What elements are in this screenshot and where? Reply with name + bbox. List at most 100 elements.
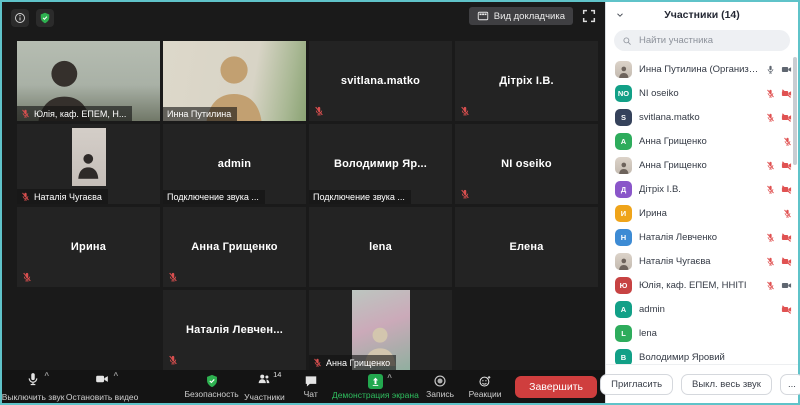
search-input[interactable] [637,34,782,47]
participant-search[interactable] [614,30,790,51]
participant-avatar: A [615,300,632,318]
invite-button[interactable]: Пригласить [600,373,674,395]
participant-row[interactable]: B Володимир Яровий [615,345,792,364]
participant-avatar [615,252,632,270]
participant-row[interactable]: NO NI oseiko [615,81,792,105]
participants-panel: Участники (14) Инна Путилина (Организато… [600,2,800,403]
share-screen-icon [367,373,383,389]
muted-mic-icon[interactable] [766,160,775,171]
camera-off-icon[interactable] [781,160,792,171]
participant-avatar: И [615,204,632,222]
camera-off-icon[interactable] [781,304,792,315]
security-shield-icon[interactable] [36,9,54,27]
video-tile-nioseiko[interactable]: NI oseiko [455,124,598,204]
stop-video-button[interactable]: ^ Остановить видео [66,371,138,402]
participant-name: svitlana.matko [639,111,700,123]
video-tile-admin[interactable]: admin Подключение звука ... [163,124,306,204]
security-button[interactable]: Безопасность [184,374,239,399]
video-tile-yulia[interactable]: Юлія, каф. ЕПЕМ, Н... [17,41,160,121]
camera-off-icon[interactable] [781,232,792,243]
participant-row[interactable]: Анна Грищенко [615,153,792,177]
participant-row[interactable]: Инна Путилина (Организатор, я) [615,57,792,81]
muted-mic-icon[interactable] [766,112,775,123]
chat-icon [304,374,318,388]
mute-button[interactable]: ^ Выключить звук [2,371,65,402]
participant-row[interactable]: L lena [615,321,792,345]
participant-row[interactable]: A admin [615,297,792,321]
speaker-view-button[interactable]: Вид докладчика [468,7,573,25]
video-tile-anna-selfie[interactable]: Анна Грищенко [309,290,452,370]
camera-off-icon[interactable] [781,112,792,123]
muted-mic-icon [21,191,30,202]
camera-off-icon[interactable] [781,184,792,195]
scrollbar-thumb[interactable] [793,57,797,165]
camera-off-icon[interactable] [781,88,792,99]
chat-button[interactable]: Чат [296,374,326,399]
video-tile-chugaeva[interactable]: Наталія Чугаєва [17,124,160,204]
participant-avatar: A [615,132,632,150]
video-tile-volodymyr[interactable]: Володимир Яр... Подключение звука ... [309,124,452,204]
video-tile-irina[interactable]: Ирина [17,207,160,287]
share-options-chevron[interactable]: ^ [387,373,392,382]
video-tile-svitlana[interactable]: svitlana.matko [309,41,452,121]
muted-mic-icon[interactable] [783,136,792,147]
muted-mic-icon[interactable] [766,88,775,99]
video-tile-elena[interactable]: Елена [455,207,598,287]
camera-on-icon[interactable] [781,64,792,75]
meeting-toolbar: ^ Выключить звук ^ Остановить видео Безо… [2,370,605,403]
mute-all-button[interactable]: Выкл. весь звук [681,373,772,395]
tile-center-name: Елена [509,241,544,253]
video-tile-lena[interactable]: lena [309,207,452,287]
participant-list[interactable]: Инна Путилина (Организатор, я) NO NI ose… [606,55,798,364]
video-options-chevron[interactable]: ^ [113,371,118,380]
muted-mic-icon [314,105,324,117]
profile-photo [71,128,106,186]
record-button[interactable]: Запись [425,374,455,399]
video-tile-anna-g[interactable]: Анна Грищенко [163,207,306,287]
video-tile-inna-active-speaker[interactable]: Инна Путилина [163,41,306,121]
participant-row[interactable]: Ю Юлія, каф. ЕПЕМ, ННІТІ [615,273,792,297]
muted-mic-icon[interactable] [766,184,775,195]
reactions-button[interactable]: Реакции [469,374,502,399]
tile-center-name: Наталія Левчен... [186,324,283,336]
camera-icon [95,372,109,386]
video-tile-levchenko[interactable]: Наталія Левчен... [163,290,306,370]
more-options-button[interactable]: ... [779,373,800,395]
tile-name-label: Юлія, каф. ЕПЕМ, Н... [34,108,127,119]
participant-name: admin [639,303,665,315]
participant-avatar: S [615,108,632,126]
end-meeting-button[interactable]: Завершить [515,375,597,398]
participant-row[interactable]: Н Наталія Левченко [615,225,792,249]
mic-on-icon[interactable] [766,64,775,75]
participant-row[interactable]: И Ирина [615,201,792,225]
muted-mic-icon[interactable] [783,208,792,219]
camera-on-icon[interactable] [781,280,792,291]
camera-off-icon[interactable] [781,256,792,267]
participant-avatar: Ю [615,276,632,294]
participant-row[interactable]: S svitlana.matko [615,105,792,129]
participant-name: Наталія Левченко [639,231,718,243]
video-grid: Юлія, каф. ЕПЕМ, Н... Инна Путилина svit… [17,41,598,370]
muted-mic-icon[interactable] [766,280,775,291]
participants-button[interactable]: 14 Участники [244,370,285,402]
participant-name: Анна Грищенко [639,135,707,147]
meeting-topbar: Вид докладчика [2,2,605,41]
panel-collapse-chevron-icon[interactable] [615,10,625,20]
muted-mic-icon[interactable] [766,232,775,243]
participant-name: Инна Путилина (Организатор, я) [639,63,759,75]
video-tile-ditrih[interactable]: Дітріх І.В. [455,41,598,121]
participant-row[interactable]: A Анна Грищенко [615,129,792,153]
fullscreen-icon[interactable] [581,8,597,24]
participant-name: Дітріх І.В. [639,183,681,195]
mic-options-chevron[interactable]: ^ [44,371,49,380]
participant-row[interactable]: Д Дітріх І.В. [615,177,792,201]
muted-mic-icon[interactable] [766,256,775,267]
mic-icon [26,372,40,386]
participant-avatar: NO [615,84,632,102]
meeting-info-icon[interactable] [11,9,29,27]
participant-avatar: Н [615,228,632,246]
muted-mic-icon [168,354,178,366]
share-screen-button[interactable]: ^ Демонстрация экрана [332,373,419,400]
participants-panel-title: Участники (14) [664,9,740,21]
participant-row[interactable]: Наталія Чугаєва [615,249,792,273]
